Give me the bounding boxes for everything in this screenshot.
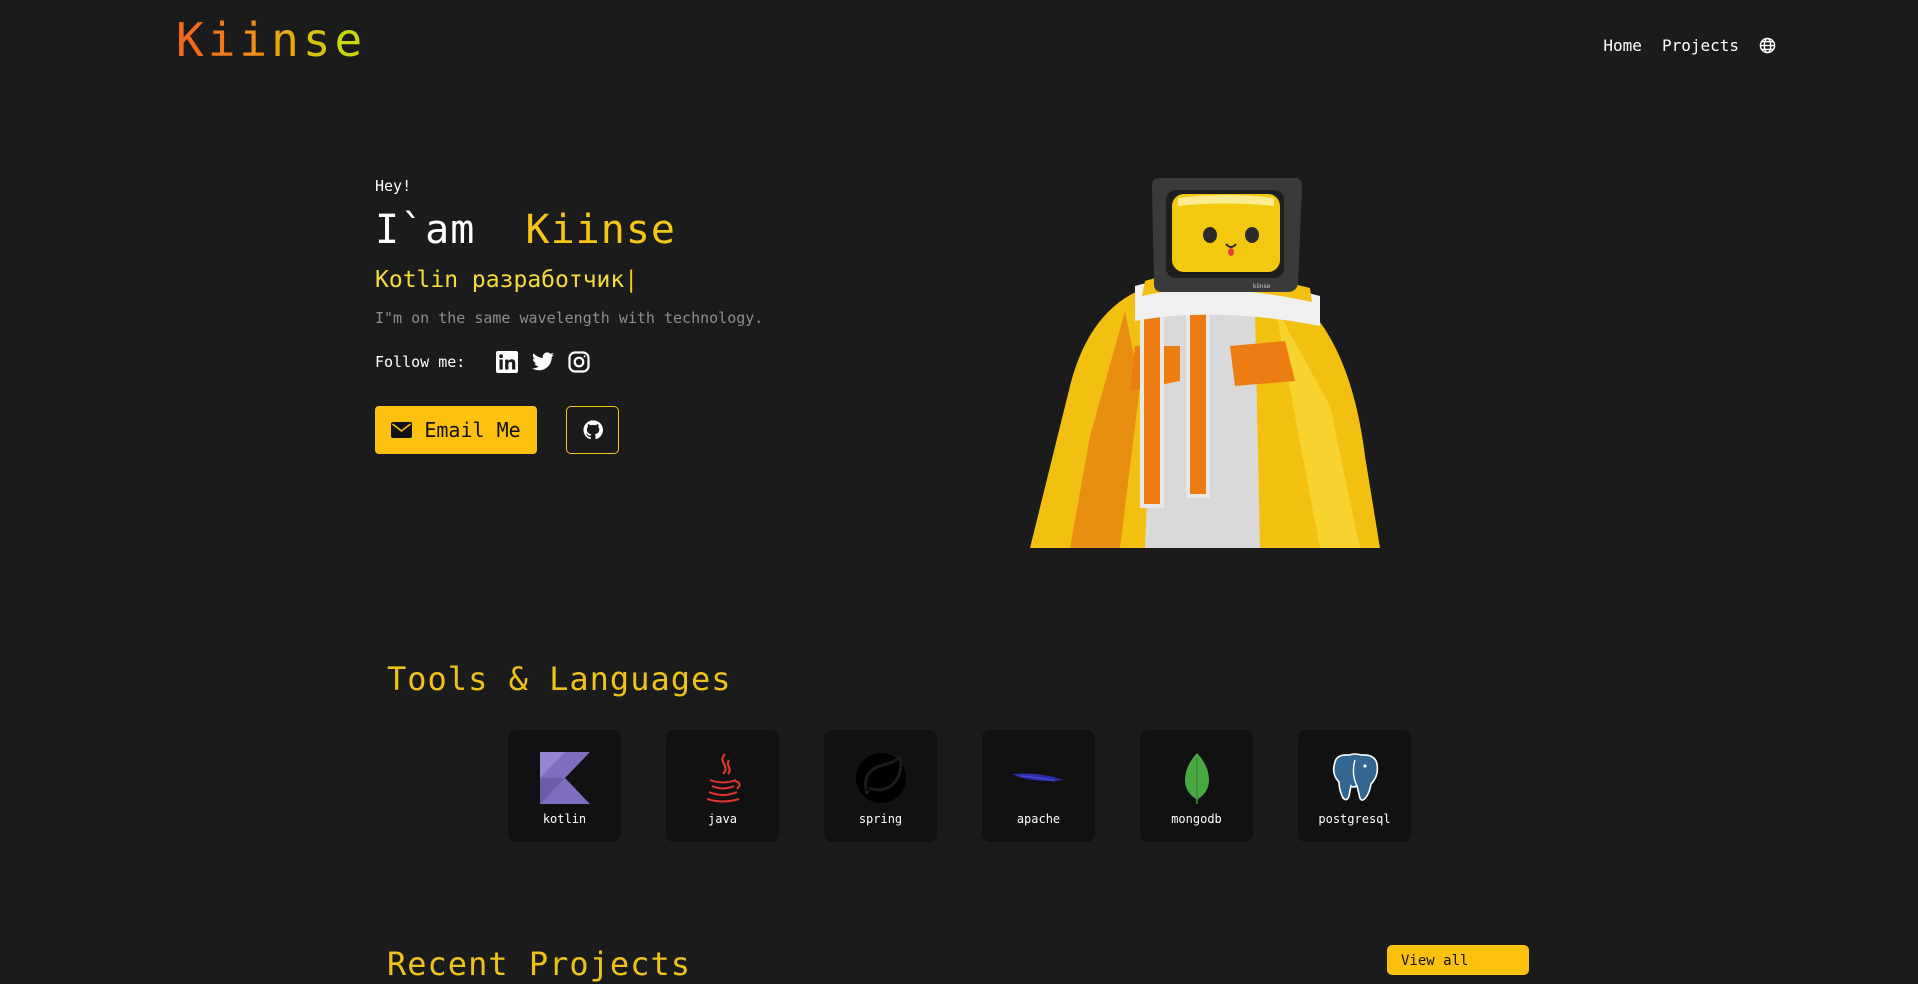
github-button[interactable] [566,406,619,454]
linkedin-icon[interactable] [495,350,519,374]
tool-name: mongodb [1171,812,1222,826]
apache-icon [1011,752,1067,804]
role-typewriter: Kotlin разработчик| [375,264,895,296]
tool-name: spring [858,812,903,826]
email-me-button[interactable]: Email Me [375,406,537,454]
tools-grid: kotlin java spring apache mongodb postgr… [508,730,1411,842]
twitter-icon[interactable] [531,350,555,374]
envelope-icon [391,422,413,438]
spring-icon [853,752,909,804]
svg-text:kiinse: kiinse [1253,283,1271,290]
tagline-text: I"m on the same wavelength with technolo… [375,309,764,327]
hero-buttons: Email Me [375,406,895,454]
postgresql-icon [1327,752,1383,804]
tool-name: java [708,812,737,826]
role-text: Kotlin разработчик [375,267,625,293]
email-me-label: Email Me [424,418,521,442]
tool-card-spring[interactable]: spring [824,730,937,842]
follow-row: Follow me: [375,350,895,374]
tool-card-postgresql[interactable]: postgresql [1298,730,1411,842]
tools-section-title: Tools & Languages [387,660,732,698]
tool-card-java[interactable]: java [666,730,779,842]
tool-card-apache[interactable]: apache [982,730,1095,842]
logo-letter: e [334,13,367,67]
nav-projects-link[interactable]: Projects [1662,36,1739,55]
character-illustration: kiinse [1030,176,1380,548]
recent-projects-title: Recent Projects [387,945,691,983]
kotlin-icon [537,752,593,804]
globe-icon[interactable] [1759,37,1776,54]
main-nav: Home Projects [1603,36,1776,55]
tool-card-mongodb[interactable]: mongodb [1140,730,1253,842]
tool-name: postgresql [1318,812,1391,826]
mongodb-icon [1169,752,1225,804]
hero-section: Hey! I`am Kiinse Kotlin разработчик| I"m… [375,176,895,454]
instagram-icon[interactable] [567,350,591,374]
logo-letter: n [271,13,303,67]
site-logo[interactable]: Kiinse [176,12,366,68]
tool-name: kotlin [542,812,587,826]
greeting-text: Hey! [375,177,412,195]
github-icon [582,420,603,440]
logo-letter: i [239,13,272,67]
follow-label: Follow me: [375,353,466,371]
view-all-projects-button[interactable]: View all [1387,945,1529,975]
hero-name: Kiinse [525,207,676,253]
tool-card-kotlin[interactable]: kotlin [508,730,621,842]
logo-letter: s [302,13,335,67]
hero-heading: I`am Kiinse [375,204,895,256]
typing-cursor: | [624,267,639,293]
java-icon [695,752,751,804]
iam-prefix: I`am [375,207,526,253]
tool-name: apache [1016,812,1061,826]
nav-home-link[interactable]: Home [1603,36,1642,55]
logo-letter: i [207,13,240,67]
logo-letter: K [176,13,208,67]
